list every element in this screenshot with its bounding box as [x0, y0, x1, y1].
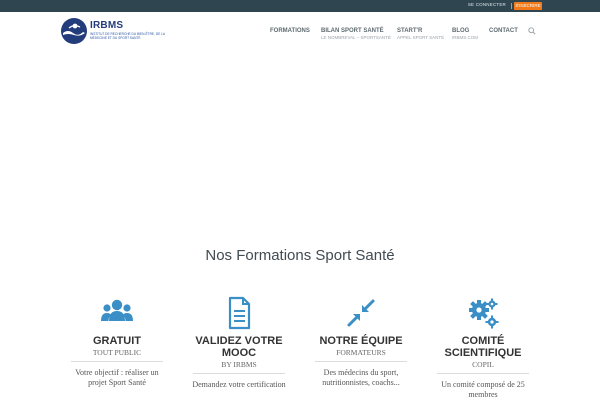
document-icon: [228, 296, 251, 330]
feature-card-comite[interactable]: COMITÉ SCIENTIFIQUE COPIL Un comité comp…: [435, 296, 531, 400]
logo-tagline: Institut de Recherche du Bien-être, de l…: [90, 32, 165, 40]
nav-sublabel: IRBMS.COM: [452, 35, 479, 40]
feature-card-gratuit[interactable]: GRATUIT TOUT PUBLIC Votre objectif : réa…: [69, 296, 165, 388]
signup-button[interactable]: S'INSCRIRE: [514, 2, 542, 10]
top-bar: SE CONNECTER S'INSCRIRE: [0, 0, 600, 12]
topbar-separator: [511, 3, 512, 9]
card-divider: [315, 361, 407, 362]
card-subtitle: TOUT PUBLIC: [92, 348, 142, 357]
logo-mark-icon: [61, 18, 87, 44]
card-subtitle: FORMATEURS: [336, 348, 386, 357]
nav-label: CONTACT: [489, 28, 518, 34]
nav-sublabel: LE NOMBREVAL – SPORTSANTÉ: [321, 35, 391, 40]
nav-item-startr[interactable]: START'R APPEL SPORT SANTÉ: [397, 28, 444, 48]
compress-arrows-icon: [347, 299, 375, 327]
card-divider: [193, 373, 285, 374]
login-link[interactable]: SE CONNECTER: [468, 2, 506, 7]
card-divider: [437, 373, 529, 374]
feature-card-mooc[interactable]: VALIDEZ VOTRE MOOC BY IRBMS Demandez vot…: [191, 296, 287, 390]
nav-item-contact[interactable]: CONTACT: [489, 28, 518, 48]
card-title: GRATUIT: [92, 335, 142, 347]
site-logo[interactable]: IRBMS Institut de Recherche du Bien-être…: [60, 17, 165, 47]
site-header: IRBMS Institut de Recherche du Bien-être…: [0, 12, 600, 50]
card-divider: [71, 361, 163, 362]
nav-label: START'R: [397, 28, 423, 34]
nav-item-formations[interactable]: FORMATIONS: [270, 28, 310, 48]
section-title: Nos Formations Sport Santé: [205, 247, 395, 264]
card-description: Demandez votre certification: [192, 380, 286, 389]
card-description: Un comité composé de 25 membres: [441, 380, 525, 399]
card-title: NOTRE ÉQUIPE: [319, 335, 403, 347]
gears-icon: [469, 298, 499, 329]
users-icon: [101, 299, 133, 321]
nav-label: FORMATIONS: [270, 28, 310, 34]
logo-brand: IRBMS: [90, 20, 124, 31]
card-description: Des médecins du sport, nutritionnistes, …: [322, 368, 400, 387]
nav-label: BLOG: [452, 28, 470, 34]
nav-item-blog[interactable]: BLOG IRBMS.COM: [452, 28, 478, 48]
feature-card-equipe[interactable]: NOTRE ÉQUIPE FORMATEURS Des médecins du …: [313, 296, 409, 388]
nav-label: BILAN SPORT SANTÉ: [321, 28, 384, 34]
card-description: Votre objectif : réaliser un projet Spor…: [75, 368, 159, 387]
card-title: VALIDEZ VOTRE MOOC: [195, 335, 283, 359]
nav-item-bilan[interactable]: BILAN SPORT SANTÉ LE NOMBREVAL – SPORTSA…: [321, 28, 391, 48]
nav-sublabel: APPEL SPORT SANTÉ: [397, 35, 445, 40]
card-subtitle: BY IRBMS: [221, 360, 257, 369]
card-title: COMITÉ SCIENTIFIQUE: [444, 335, 522, 359]
card-subtitle: COPIL: [472, 360, 494, 369]
search-icon[interactable]: [528, 27, 536, 35]
